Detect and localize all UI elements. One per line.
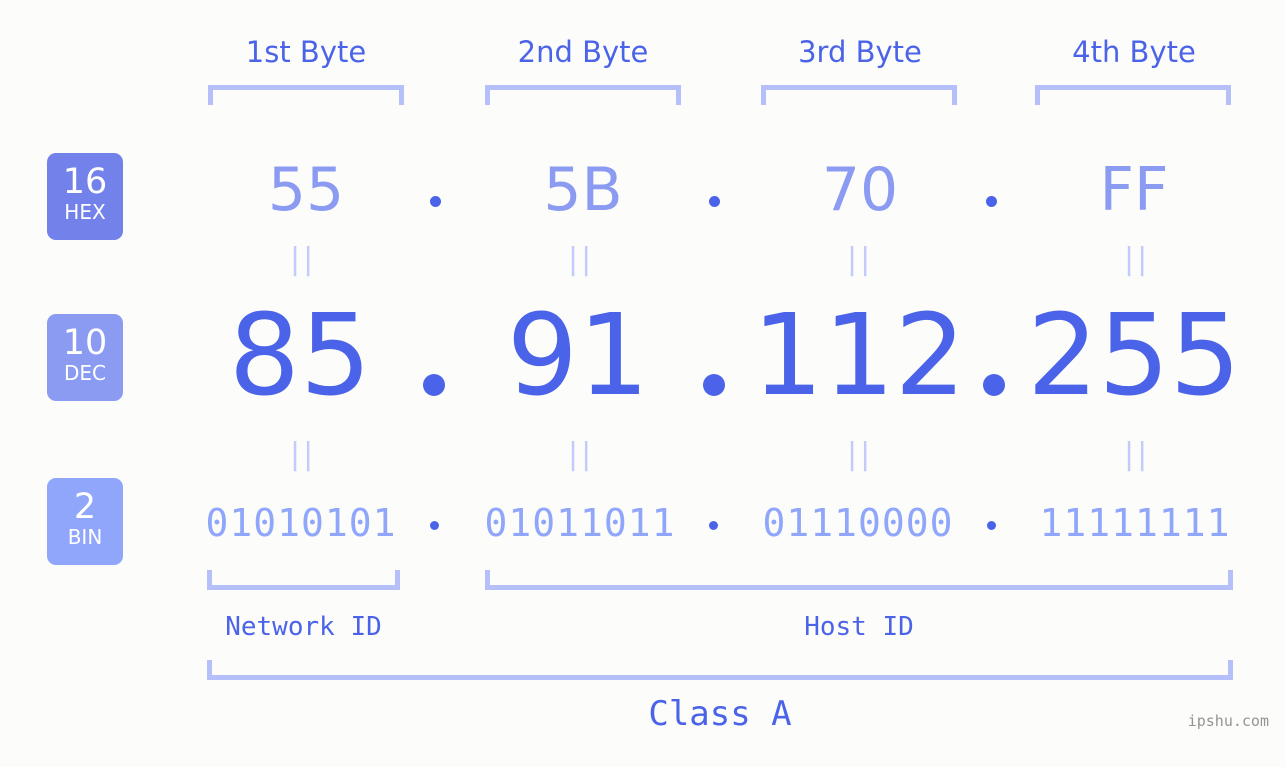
- hex-separator-dot-3: [986, 196, 997, 207]
- byte-header-4: 4th Byte: [1072, 35, 1196, 69]
- bin-value-row: 01010101 01011011 01110000 11111111: [0, 492, 1285, 554]
- dec-byte-2: 91: [506, 291, 650, 421]
- bin-byte-3: 01110000: [762, 501, 954, 545]
- equality-marker-dec-bin-1: ||: [290, 437, 317, 472]
- class-label: Class A: [648, 694, 792, 734]
- watermark: ipshu.com: [1187, 712, 1269, 730]
- network-id-bracket: [207, 570, 400, 590]
- equality-marker-dec-bin-4: ||: [1124, 437, 1151, 472]
- bin-byte-2: 01011011: [484, 501, 676, 545]
- network-id-label: Network ID: [225, 612, 382, 642]
- hex-separator-dot-2: [709, 196, 720, 207]
- equality-marker-hex-dec-1: ||: [290, 242, 317, 277]
- byte-bracket-3: [761, 85, 957, 105]
- hex-byte-1: 55: [267, 155, 345, 225]
- dec-value-row: 85 91 112 255: [0, 296, 1285, 416]
- ip-breakdown-diagram: 1st Byte 2nd Byte 3rd Byte 4th Byte 16 H…: [0, 0, 1285, 767]
- bin-byte-1: 01010101: [205, 501, 397, 545]
- byte-header-1: 1st Byte: [245, 35, 367, 69]
- dec-byte-3: 112: [752, 291, 966, 421]
- dec-separator-dot-3: [983, 374, 1005, 396]
- class-bracket: [207, 660, 1233, 680]
- bin-separator-dot-2: [709, 521, 718, 530]
- dec-separator-dot-1: [423, 374, 445, 396]
- byte-header-2: 2nd Byte: [517, 35, 649, 69]
- bin-byte-4: 11111111: [1039, 501, 1231, 545]
- equality-marker-hex-dec-3: ||: [847, 242, 874, 277]
- hex-byte-2: 5B: [543, 155, 623, 225]
- dec-byte-1: 85: [228, 291, 372, 421]
- dec-byte-4: 255: [1027, 291, 1241, 421]
- equality-marker-dec-bin-2: ||: [568, 437, 595, 472]
- bin-separator-dot-1: [430, 521, 439, 530]
- dec-separator-dot-2: [703, 374, 725, 396]
- host-id-label: Host ID: [804, 612, 914, 642]
- hex-separator-dot-1: [430, 196, 441, 207]
- byte-bracket-1: [208, 85, 404, 105]
- equality-marker-dec-bin-3: ||: [847, 437, 874, 472]
- equality-marker-hex-dec-2: ||: [568, 242, 595, 277]
- byte-bracket-2: [485, 85, 681, 105]
- equality-marker-hex-dec-4: ||: [1124, 242, 1151, 277]
- bin-separator-dot-3: [987, 521, 996, 530]
- byte-bracket-4: [1035, 85, 1231, 105]
- host-id-bracket: [485, 570, 1233, 590]
- hex-value-row: 55 5B 70 FF: [0, 150, 1285, 230]
- hex-byte-3: 70: [821, 155, 899, 225]
- hex-byte-4: FF: [1099, 155, 1169, 225]
- byte-header-3: 3rd Byte: [798, 35, 922, 69]
